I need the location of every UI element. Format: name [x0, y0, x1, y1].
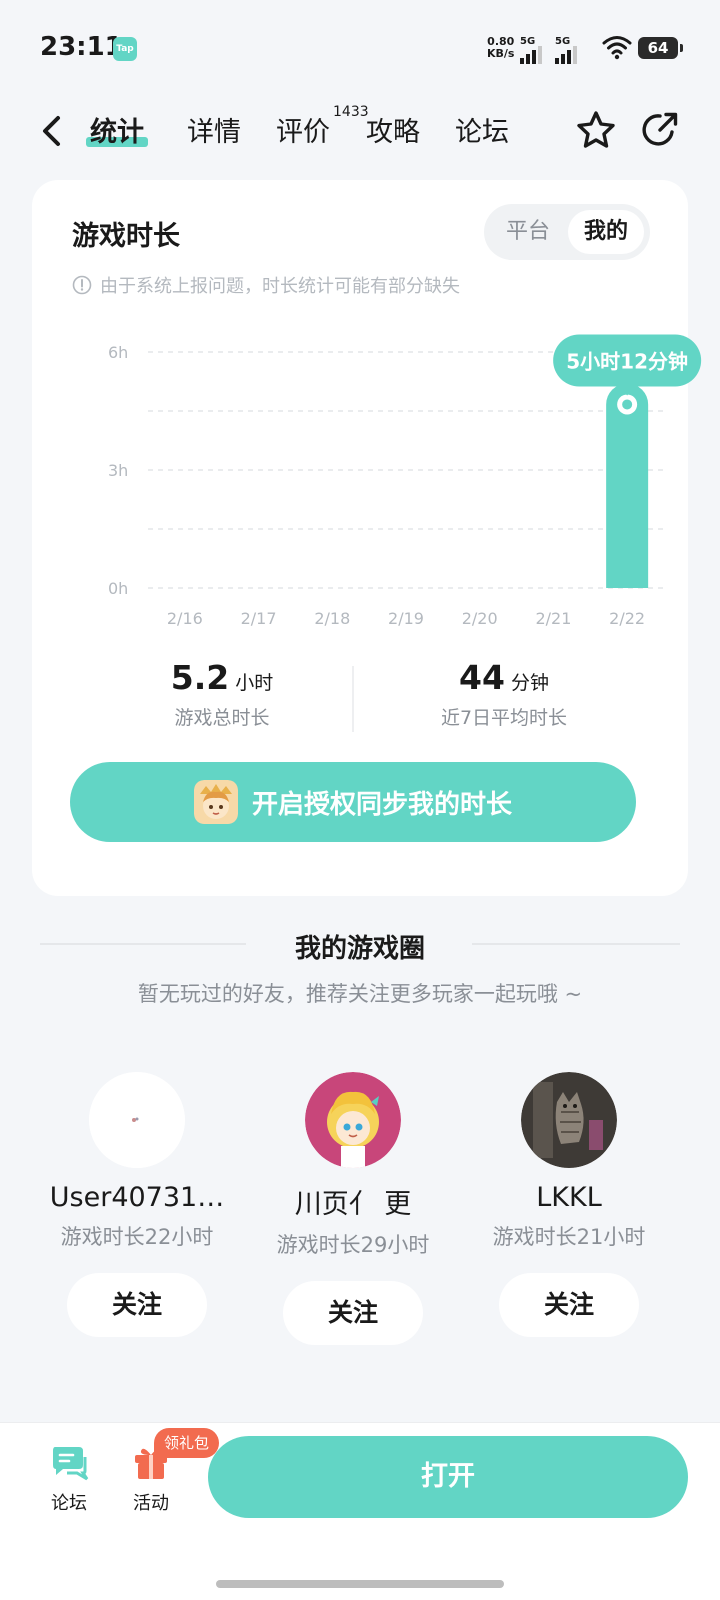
follow-button[interactable]: 关注 [67, 1273, 207, 1337]
friend-card: 川页亻 更 游戏时长29小时 关注 [243, 1072, 463, 1345]
wifi-icon [602, 36, 632, 60]
battery-icon: 64 [638, 37, 683, 59]
follow-button[interactable]: 关注 [499, 1273, 639, 1337]
y-tick-label: 0h [108, 579, 128, 598]
bar-marker-inner [622, 399, 633, 410]
sync-button-label: 开启授权同步我的时长 [251, 789, 512, 820]
favorite-star-icon[interactable] [574, 108, 618, 152]
source-toggle: 平台 我的 [484, 204, 650, 260]
friend-name: LKKL [536, 1182, 602, 1213]
x-tick-label: 2/16 [167, 609, 203, 628]
toggle-mine[interactable]: 我的 [568, 210, 644, 254]
review-count: 1433 [333, 104, 369, 120]
friend-playtime: 游戏时长29小时 [276, 1233, 430, 1257]
x-tick-label: 2/22 [609, 609, 645, 628]
tap-app-icon: Tap [113, 37, 137, 61]
back-arrow-icon[interactable] [38, 114, 64, 148]
friend-name: 川页亻 更 [294, 1189, 412, 1220]
total-unit: 小时 [235, 672, 274, 694]
playtime-chart: 0h 3h 6h 2/16 2/17 2/18 2/19 2/20 2/21 2/22 5小时12分… [64, 310, 720, 650]
friend-name: User40731… [49, 1182, 225, 1213]
game-icon [193, 780, 238, 824]
chart-svg: 0h 3h 6h 2/16 2/17 2/18 2/19 2/20 2/21 2/22 5小时12分… [108, 334, 702, 628]
forum-label: 论坛 [51, 1493, 87, 1514]
activity-label: 活动 [133, 1493, 169, 1514]
avatar[interactable] [521, 1072, 617, 1168]
game-circle-subtitle: 暂无玩过的好友，推荐关注更多玩家一起玩哦 ~ [137, 982, 583, 1006]
tab-stats[interactable]: 统计 [86, 110, 148, 149]
avatar[interactable] [305, 1072, 401, 1168]
x-tick-label: 2/17 [241, 609, 277, 628]
friend-card: User40731… 游戏时长22小时 关注 [27, 1072, 247, 1337]
total-label: 游戏总时长 [174, 707, 270, 729]
x-tick-label: 2/19 [388, 609, 424, 628]
total-stat: 5.2 小时 游戏总时长 [72, 658, 372, 730]
x-tick-label: 2/18 [314, 609, 350, 628]
x-tick-label: 2/20 [462, 609, 498, 628]
tab-reviews[interactable]: 评价 [276, 110, 330, 149]
average-stat: 44 分钟 近7日平均时长 [354, 658, 654, 730]
avatar[interactable] [89, 1072, 185, 1168]
total-value: 5.2 [170, 658, 230, 697]
y-tick-label: 6h [108, 343, 128, 362]
y-tick-label: 3h [108, 461, 128, 480]
x-tick-label: 2/21 [535, 609, 571, 628]
card-title: 游戏时长 [72, 221, 180, 252]
friend-playtime: 游戏时长22小时 [60, 1225, 214, 1249]
gift-pack-badge[interactable]: 领礼包 [154, 1428, 220, 1458]
notice: 由于系统上报问题，时长统计可能有部分缺失 [72, 272, 460, 298]
avatar-image [521, 1072, 617, 1168]
playtime-card: 游戏时长 平台 我的 由于系统上报问题，时长统计可能有部分缺失 0h 3h 6h 2/… [32, 180, 702, 896]
toggle-platform[interactable]: 平台 [490, 210, 566, 254]
network-speed: 0.80 KB/s [487, 36, 514, 60]
avatar-image [305, 1072, 401, 1168]
forum-button[interactable]: 论坛 [34, 1443, 104, 1515]
status-bar: 23:11 Tap 0.80 KB/s 5G 5G 64 [0, 0, 720, 90]
tooltip-label: 5小时12分钟 [566, 349, 688, 373]
friend-card: LKKL 游戏时长21小时 关注 [459, 1072, 679, 1337]
avatar-image [89, 1072, 185, 1168]
status-time: 23:11 [40, 32, 123, 62]
game-circle-title: 我的游戏圈 [294, 934, 425, 964]
tab-details[interactable]: 详情 [187, 110, 241, 149]
notice-text: 由于系统上报问题，时长统计可能有部分缺失 [100, 276, 460, 297]
home-indicator[interactable] [216, 1580, 504, 1588]
average-unit: 分钟 [510, 672, 549, 694]
info-icon [72, 275, 92, 295]
network-speed-unit: KB/s [487, 47, 515, 60]
tab-guides[interactable]: 攻略 [366, 110, 420, 149]
average-label: 近7日平均时长 [440, 707, 568, 729]
share-icon[interactable] [638, 108, 682, 152]
chat-bubble-icon [53, 1447, 89, 1481]
tab-forum[interactable]: 论坛 [455, 110, 509, 149]
friend-playtime: 游戏时长21小时 [492, 1225, 646, 1249]
follow-button[interactable]: 关注 [283, 1281, 423, 1345]
open-game-button[interactable]: 打开 [208, 1436, 688, 1518]
sync-playtime-button[interactable]: 开启授权同步我的时长 [70, 762, 636, 842]
average-value: 44 [459, 658, 505, 697]
